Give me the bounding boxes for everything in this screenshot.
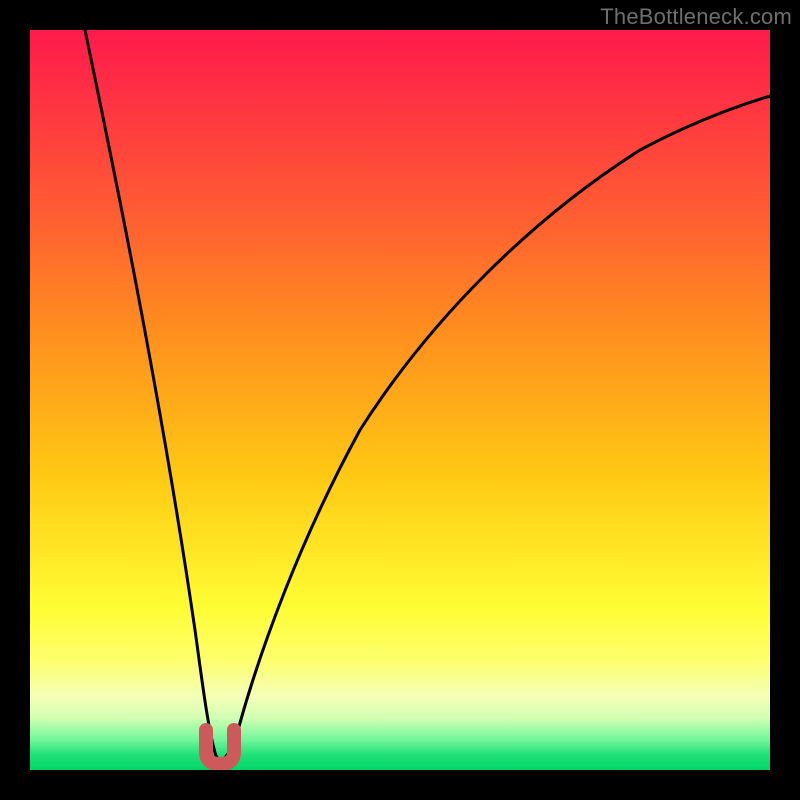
watermark-text: TheBottleneck.com (600, 4, 792, 30)
highlight-u-marker (206, 730, 234, 764)
curve-layer (30, 30, 770, 770)
bottleneck-curve (85, 30, 770, 759)
plot-area (30, 30, 770, 770)
chart-frame: TheBottleneck.com (0, 0, 800, 800)
